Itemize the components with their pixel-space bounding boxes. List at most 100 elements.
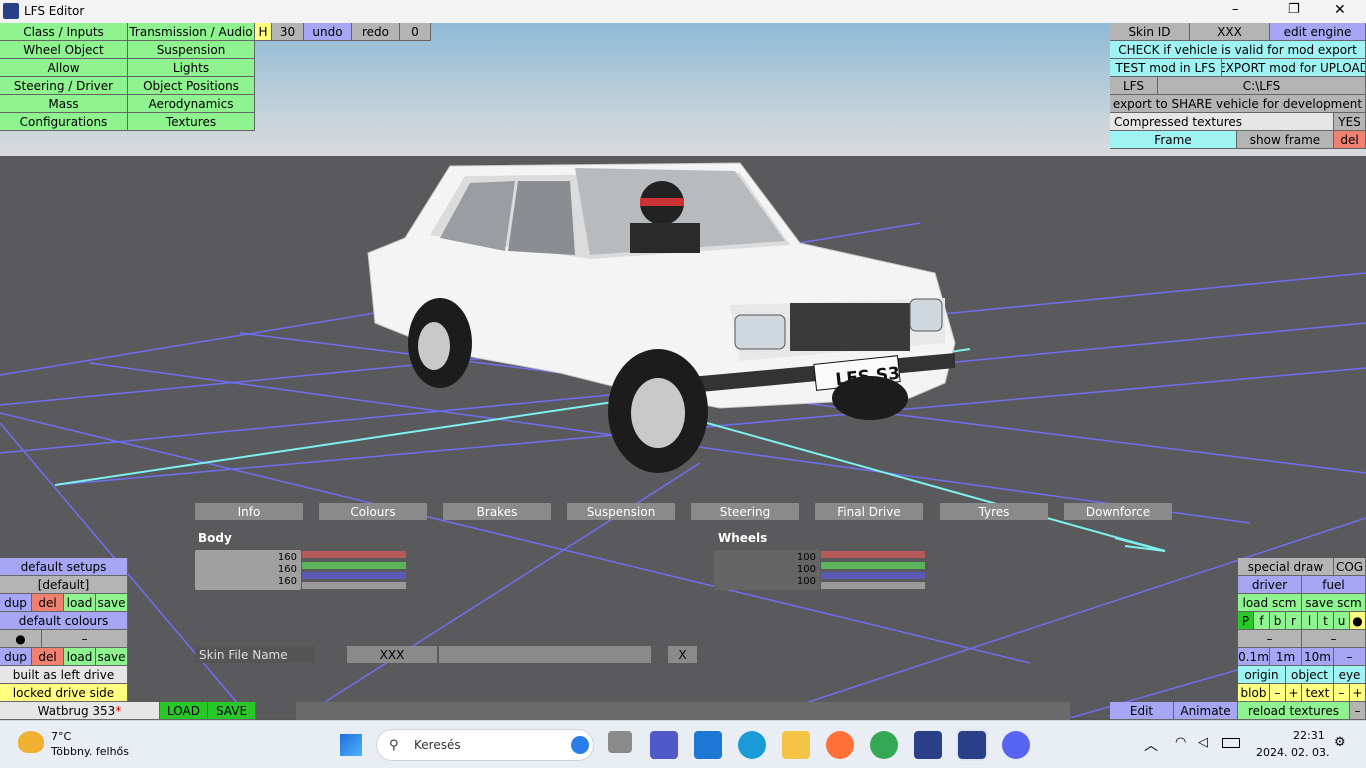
step-01m-button[interactable]: 0.1m xyxy=(1238,648,1270,666)
lfs-path[interactable]: C:\LFS xyxy=(1158,77,1366,95)
maximize-button[interactable]: ❐ xyxy=(1288,2,1300,17)
chrome-icon[interactable] xyxy=(870,731,898,759)
dash-left-button[interactable]: – xyxy=(1238,630,1302,648)
view-t-button[interactable]: t xyxy=(1318,612,1334,630)
wifi-icon[interactable]: ◠ xyxy=(1175,735,1186,750)
wheels-alpha-slider[interactable] xyxy=(821,582,925,589)
colour-save-button[interactable]: save xyxy=(96,648,128,666)
animate-button[interactable]: Animate xyxy=(1174,702,1238,720)
menu-wheel-object[interactable]: Wheel Object xyxy=(0,41,128,59)
menu-lights[interactable]: Lights xyxy=(128,59,255,77)
tab-final-drive[interactable]: Final Drive xyxy=(815,503,923,520)
wheels-blue-slider[interactable] xyxy=(821,572,925,579)
load-car-button[interactable]: LOAD xyxy=(160,702,208,720)
menu-configurations[interactable]: Configurations xyxy=(0,113,128,131)
skin-clear-button[interactable]: X xyxy=(668,646,697,663)
value-30[interactable]: 30 xyxy=(272,23,304,41)
skin-file-input[interactable] xyxy=(439,646,651,663)
step-1m-button[interactable]: 1m xyxy=(1270,648,1302,666)
default-setup-select[interactable]: [default] xyxy=(0,576,128,594)
tab-brakes[interactable]: Brakes xyxy=(443,503,551,520)
menu-suspension[interactable]: Suspension xyxy=(128,41,255,59)
frame-button[interactable]: Frame xyxy=(1110,131,1237,149)
skin-id-value[interactable]: XXX xyxy=(1190,23,1270,41)
frame-del-button[interactable]: del xyxy=(1334,131,1366,149)
default-setups-button[interactable]: default setups xyxy=(0,558,128,576)
file-explorer-icon[interactable] xyxy=(782,731,810,759)
check-mod-button[interactable]: CHECK if vehicle is valid for mod export xyxy=(1110,41,1366,59)
battery-icon[interactable] xyxy=(1222,738,1240,748)
body-alpha-slider[interactable] xyxy=(302,582,406,589)
menu-steering-driver[interactable]: Steering / Driver xyxy=(0,77,128,95)
step-10m-button[interactable]: 10m xyxy=(1302,648,1334,666)
export-mod-button[interactable]: EXPORT mod for UPLOAD xyxy=(1222,59,1366,77)
volume-icon[interactable]: ◁ xyxy=(1198,735,1208,750)
setup-save-button[interactable]: save xyxy=(96,594,128,612)
reload-dash-button[interactable]: – xyxy=(1350,702,1366,720)
tab-colours[interactable]: Colours xyxy=(319,503,427,520)
lfs-icon[interactable] xyxy=(914,731,942,759)
tray-chevron-icon[interactable]: ︿ xyxy=(1144,735,1158,755)
driver-button[interactable]: driver xyxy=(1238,576,1302,594)
skin-file-value[interactable]: XXX xyxy=(347,646,437,663)
fuel-button[interactable]: fuel xyxy=(1302,576,1366,594)
special-draw-button[interactable]: special draw xyxy=(1238,558,1334,576)
car-name-field[interactable]: Watbrug 353 * xyxy=(0,702,160,720)
menu-aerodynamics[interactable]: Aerodynamics xyxy=(128,95,255,113)
task-view-icon[interactable] xyxy=(608,731,632,753)
tab-tyres[interactable]: Tyres xyxy=(940,503,1048,520)
tab-steering[interactable]: Steering xyxy=(691,503,799,520)
save-scm-button[interactable]: save scm xyxy=(1302,594,1366,612)
tab-downforce[interactable]: Downforce xyxy=(1064,503,1172,520)
minimize-button[interactable]: – xyxy=(1232,2,1239,17)
default-colours-button[interactable]: default colours xyxy=(0,612,128,630)
test-mod-button[interactable]: TEST mod in LFS xyxy=(1110,59,1222,77)
firefox-icon[interactable] xyxy=(826,731,854,759)
view-f-button[interactable]: f xyxy=(1254,612,1270,630)
blob-plus-button[interactable]: + xyxy=(1286,684,1302,702)
body-green-slider[interactable] xyxy=(302,562,406,569)
view-r-button[interactable]: r xyxy=(1286,612,1302,630)
zero-button[interactable]: 0 xyxy=(400,23,431,41)
menu-class-inputs[interactable]: Class / Inputs xyxy=(0,23,128,41)
clock-date[interactable]: 2024. 02. 03. xyxy=(1256,746,1329,759)
export-share-button[interactable]: export to SHARE vehicle for development xyxy=(1110,95,1366,113)
body-red-slider[interactable] xyxy=(302,551,406,558)
colour-load-button[interactable]: load xyxy=(64,648,96,666)
colours-dash-button[interactable]: – xyxy=(42,630,128,648)
origin-button[interactable]: origin xyxy=(1238,666,1286,684)
lfs-editor-icon[interactable] xyxy=(956,729,988,761)
notification-icon[interactable]: ⚙ xyxy=(1334,735,1346,750)
text-minus-button[interactable]: – xyxy=(1334,684,1350,702)
step-minus-button[interactable]: – xyxy=(1334,648,1366,666)
locked-drive-side-button[interactable]: locked drive side xyxy=(0,684,128,702)
tab-suspension[interactable]: Suspension xyxy=(567,503,675,520)
view-b-button[interactable]: b xyxy=(1270,612,1286,630)
save-car-button[interactable]: SAVE xyxy=(208,702,256,720)
view-u-button[interactable]: u xyxy=(1334,612,1350,630)
text-plus-button[interactable]: + xyxy=(1350,684,1366,702)
object-button[interactable]: object xyxy=(1286,666,1334,684)
h-button[interactable]: H xyxy=(255,23,272,41)
text-button[interactable]: text xyxy=(1302,684,1334,702)
edit-button[interactable]: Edit xyxy=(1110,702,1174,720)
edit-engine-button[interactable]: edit engine xyxy=(1270,23,1366,41)
mail-icon[interactable] xyxy=(694,731,722,759)
blob-minus-button[interactable]: – xyxy=(1270,684,1286,702)
colours-dot-button[interactable]: ● xyxy=(0,630,42,648)
redo-button[interactable]: redo xyxy=(352,23,400,41)
view-p-button[interactable]: P xyxy=(1238,612,1254,630)
menu-transmission-audio[interactable]: Transmission / Audio xyxy=(128,23,255,41)
menu-object-positions[interactable]: Object Positions xyxy=(128,77,255,95)
weather-icon[interactable] xyxy=(18,731,44,753)
wheels-green-slider[interactable] xyxy=(821,562,925,569)
start-icon[interactable] xyxy=(340,734,362,756)
view-l-button[interactable]: l xyxy=(1302,612,1318,630)
undo-button[interactable]: undo xyxy=(304,23,352,41)
menu-textures[interactable]: Textures xyxy=(128,113,255,131)
compressed-textures-value[interactable]: YES xyxy=(1334,113,1366,131)
view-dot-button[interactable]: ● xyxy=(1350,612,1366,630)
tab-info[interactable]: Info xyxy=(195,503,303,520)
cog-button[interactable]: COG xyxy=(1334,558,1366,576)
edge-icon[interactable] xyxy=(738,731,766,759)
